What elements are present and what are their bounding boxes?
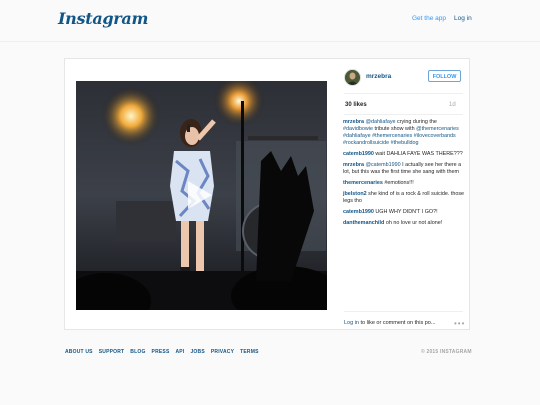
post-video[interactable] — [76, 81, 327, 310]
comment-item: mrzebra @catemb1990 I actually see her t… — [343, 162, 467, 176]
comment-username[interactable]: catemb1990 — [343, 209, 374, 215]
divider — [344, 114, 463, 115]
post-sidebar: mrzebra FOLLOW 30 likes 1d mrzebra @dahl… — [336, 59, 471, 331]
comment-hashtag-link[interactable]: #rockandrollsuicide — [343, 140, 389, 146]
comment-text: UGH WHY DIDN'T I GO?! — [375, 209, 438, 215]
comment-username[interactable]: catemb1990 — [343, 151, 374, 157]
footer-link-about-us[interactable]: ABOUT US — [65, 349, 93, 355]
login-comment-link[interactable]: Log in — [344, 320, 359, 326]
comment-hashtag-link[interactable]: #themercenaries — [372, 133, 412, 139]
comments-list: mrzebra @dahliafaye crying during the #d… — [343, 119, 467, 231]
comment-hashtag-link[interactable]: @themercenaries — [416, 126, 459, 132]
comment-text: tribute show with — [372, 126, 417, 132]
divider — [344, 311, 463, 312]
comment-hashtag-link[interactable]: @dahliafaye — [365, 119, 395, 125]
comment-item: catemb1990 UGH WHY DIDN'T I GO?! — [343, 209, 467, 216]
top-navigation-bar: Instagram Get the app Log in — [0, 0, 540, 42]
comment-username[interactable]: mrzebra — [343, 162, 364, 168]
comment-hashtag-link[interactable]: #dahliafaye — [343, 133, 371, 139]
comment-hashtag-link[interactable]: @catemb1990 — [365, 162, 400, 168]
comment-item: jbelston2 she kind of is a rock & roll s… — [343, 191, 467, 205]
comment-item: mrzebra @dahliafaye crying during the #d… — [343, 119, 467, 147]
post-card: mrzebra FOLLOW 30 likes 1d mrzebra @dahl… — [64, 58, 470, 330]
comment-username[interactable]: themercenaries — [343, 180, 383, 186]
login-comment-text: to like or comment on this po... — [359, 320, 436, 326]
comment-text: #emotions!!! — [384, 180, 414, 186]
comment-text: wait DAHLIA FAYE WAS THERE??? — [375, 151, 463, 157]
footer-link-terms[interactable]: TERMS — [240, 349, 259, 355]
login-link[interactable]: Log in — [454, 15, 472, 22]
comment-text: crying during the — [395, 119, 437, 125]
comment-item: catemb1990 wait DAHLIA FAYE WAS THERE??? — [343, 151, 467, 158]
login-to-comment: Log in to like or comment on this po... — [344, 320, 435, 326]
footer-link-press[interactable]: PRESS — [152, 349, 170, 355]
footer-link-support[interactable]: SUPPORT — [99, 349, 125, 355]
divider — [344, 93, 463, 94]
comment-username[interactable]: danthemanchild — [343, 220, 384, 226]
instagram-logo[interactable]: Instagram — [58, 9, 148, 28]
footer-links: ABOUT US SUPPORT BLOG PRESS API JOBS PRIVACY TE… — [65, 349, 470, 355]
comment-item: themercenaries #emotions!!! — [343, 180, 467, 187]
footer-link-privacy[interactable]: PRIVACY — [211, 349, 234, 355]
copyright: © 2015 INSTAGRAM — [421, 349, 472, 355]
comment-hashtag-link[interactable]: #thebulldog — [391, 140, 419, 146]
comment-hashtag-link[interactable]: #ilovecoverbands — [414, 133, 456, 139]
comment-username[interactable]: jbelston2 — [343, 191, 367, 197]
comment-username[interactable]: mrzebra — [343, 119, 364, 125]
comment-text: oh no love ur not alone! — [385, 220, 443, 226]
concert-video-frame — [76, 81, 327, 310]
get-the-app-link[interactable]: Get the app — [412, 15, 446, 22]
footer-link-blog[interactable]: BLOG — [130, 349, 145, 355]
post-username[interactable]: mrzebra — [366, 73, 391, 80]
avatar[interactable] — [344, 69, 361, 86]
comment-hashtag-link[interactable]: #davidbowie — [343, 126, 373, 132]
more-options-icon[interactable]: ••• — [454, 319, 465, 328]
post-timestamp[interactable]: 1d — [449, 102, 456, 108]
likes-count[interactable]: 30 likes — [345, 102, 367, 108]
footer-link-api[interactable]: API — [176, 349, 185, 355]
comment-item: danthemanchild oh no love ur not alone! — [343, 220, 467, 227]
follow-button[interactable]: FOLLOW — [428, 70, 461, 82]
avatar-image — [345, 70, 360, 85]
footer-link-jobs[interactable]: JOBS — [190, 349, 204, 355]
